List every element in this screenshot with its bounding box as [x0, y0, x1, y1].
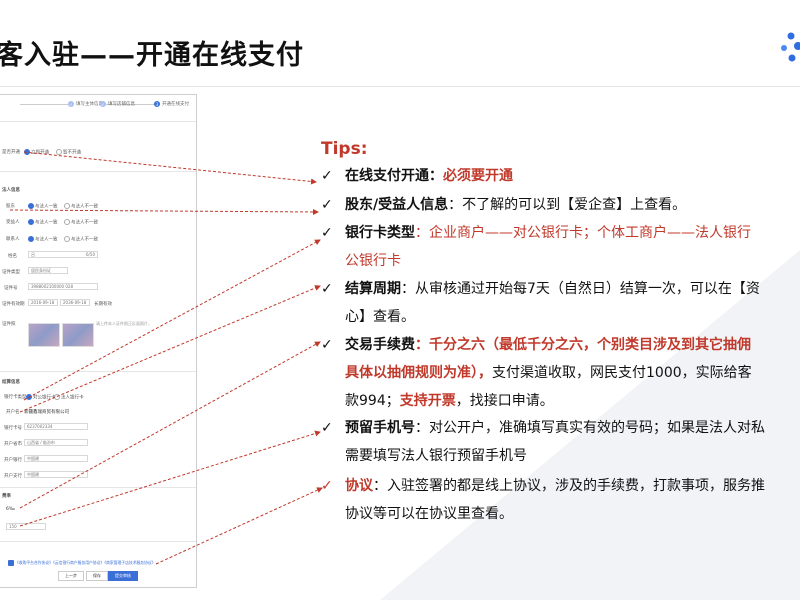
tip-agreement: ✓ 协议：入驻签署的都是线上协议，涉及的手续费，打款事项，服务推 [321, 472, 765, 500]
check-icon: ✓ [321, 281, 333, 297]
tip-fee-cont: 具体以抽佣规则为准），支付渠道收取，网民支付1000，实际给客 [345, 365, 752, 381]
tip-card-type-cont: 公银行卡 [345, 253, 401, 269]
check-icon: ✓ [321, 478, 333, 494]
check-icon: ✓ [321, 337, 333, 353]
arrow-phone [19, 430, 321, 527]
tip-phone-cont: 需要填写法人银行预留手机号 [345, 448, 527, 464]
tip-fee: ✓ 交易手续费：千分之六（最低千分之六，个别类目涉及到其它抽佣 [321, 331, 751, 359]
check-icon: ✓ [321, 197, 333, 213]
arrow-online-pay [23, 151, 317, 185]
arrow-card-type [23, 239, 321, 401]
arrow-agreement [155, 487, 323, 565]
check-icon: ✓ [321, 420, 333, 436]
tip-online-pay: ✓ 在线支付开通：必须要开通 [321, 162, 513, 190]
check-icon: ✓ [321, 225, 333, 241]
tip-fee-cont2: 款994；支持开票，找接口申请。 [345, 393, 554, 409]
tip-settlement-cont: 心】查看。 [345, 309, 415, 325]
tip-card-type: ✓ 银行卡类型：企业商户——对公银行卡；个体工商户——法人银行 [321, 219, 751, 247]
tip-settlement: ✓ 结算周期：从审核通过开始每7天（自然日）结算一次，可以在【资 [321, 275, 760, 303]
arrow-fee [19, 341, 321, 509]
tip-shareholder: ✓ 股东/受益人信息：不了解的可以到【爱企查】上查看。 [321, 191, 686, 219]
arrow-settlement [19, 285, 321, 413]
tip-agreement-cont: 协议等可以在协议里查看。 [345, 506, 513, 522]
arrow-shareholder [9, 208, 319, 215]
tips-title: Tips: [321, 139, 368, 159]
check-icon: ✓ [321, 168, 333, 184]
tip-phone: ✓ 预留手机号：对公开户，准确填写真实有效的号码；如果是法人对私 [321, 414, 765, 442]
